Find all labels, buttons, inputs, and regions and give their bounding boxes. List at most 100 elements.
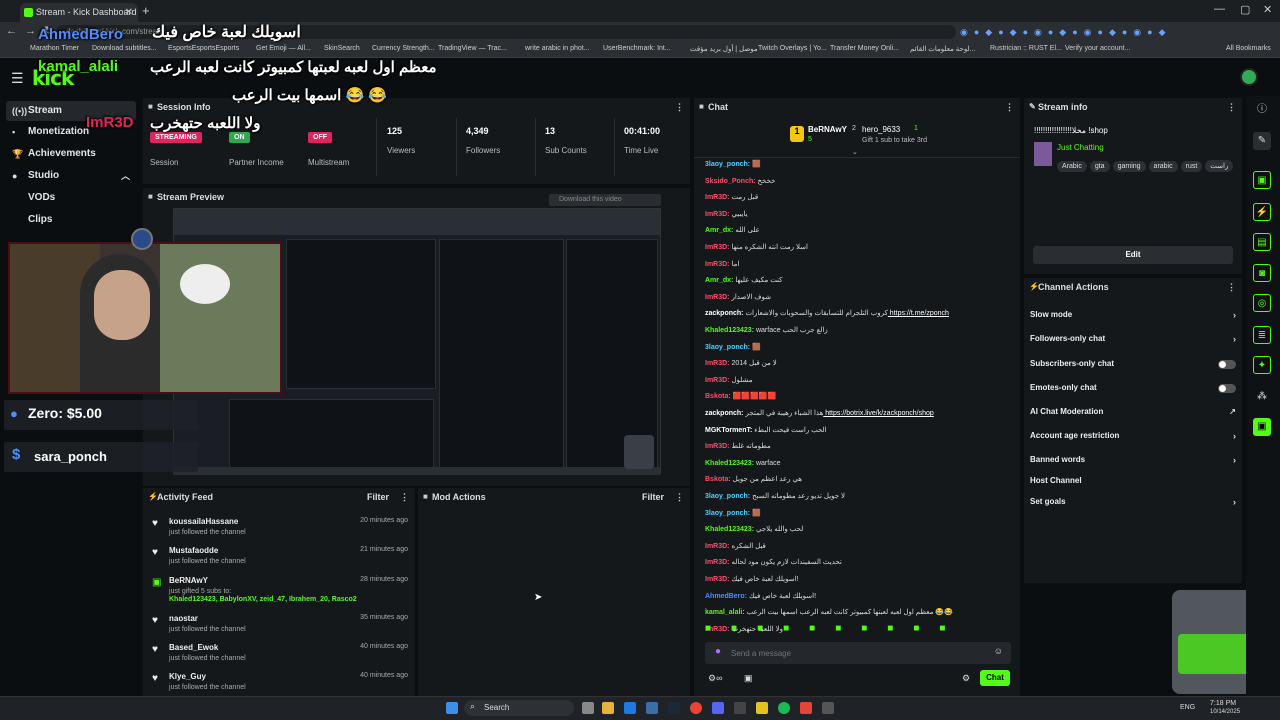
chat-store-icon[interactable]: ▣ [744,673,753,684]
gift-prompt[interactable]: Gift 1 sub to take 3rd [862,137,927,144]
chat-username[interactable]: Khaled123423: [705,460,754,467]
top-gifter-name[interactable]: BeRNAwY [808,125,847,134]
activity-filter-button[interactable]: Filter [367,488,389,506]
bookmark-item[interactable]: EsportsEsportsEsports [168,45,239,52]
bookmark-item[interactable]: Get Emoji — All... [256,45,311,52]
language-indicator[interactable]: ENG [1180,704,1195,711]
taskbar-search[interactable]: ⌕ Search [464,700,574,716]
sidebar-item-vods[interactable]: VODs [6,188,136,208]
windows-start-icon[interactable] [446,702,458,714]
chat-username[interactable]: kamal_alali: [705,609,745,616]
bookmark-item[interactable]: Twitch Overlays | Yo... [758,45,827,52]
close-window-icon[interactable]: ✕ [1263,3,1272,16]
category-name[interactable]: Just Chatting [1057,143,1104,152]
app-icon[interactable] [800,702,812,714]
account-age-action[interactable]: Account age restriction › [1030,429,1238,443]
moderation-icon[interactable]: ▣ [1253,171,1271,189]
steam-icon[interactable] [668,702,680,714]
ai-moderation-action[interactable]: AI Chat Moderation ↗ [1030,405,1238,419]
obs-icon[interactable] [734,702,746,714]
microphone-icon[interactable]: ● [715,646,721,657]
bookmark-item[interactable]: Transfer Money Onli... [830,45,899,52]
broadcast-icon[interactable]: ◎ [1253,294,1271,312]
chat-username[interactable]: ImR3D: [705,543,730,550]
widget-icon[interactable]: ⁂ [1253,388,1271,406]
chat-username[interactable]: zackponch: [705,310,744,317]
chat-username[interactable]: ImR3D: [705,261,730,268]
mod-filter-button[interactable]: Filter [642,488,664,506]
bookmark-item[interactable]: write arabic in phot... [525,45,590,52]
bookmark-item[interactable]: Rustrician :: RUST El... [990,45,1062,52]
host-channel-action[interactable]: Host Channel [1030,474,1238,488]
chat-username[interactable]: 3laoy_ponch: [705,161,750,168]
chat-username[interactable]: Khaled123423: [705,327,754,334]
chat-username[interactable]: Bskota: [705,476,731,483]
chat-link[interactable]: https://t.me/zponch [888,310,949,317]
app-icon[interactable] [822,702,834,714]
emotes-only-action[interactable]: Emotes-only chat [1030,381,1238,395]
minimize-icon[interactable]: — [1214,3,1225,15]
chevron-up-icon[interactable]: ︿ [121,166,130,186]
slow-mode-action[interactable]: Slow mode › [1030,308,1238,322]
sidebar-item-clips[interactable]: Clips [6,210,136,230]
browser-tab[interactable]: Stream - Kick Dashboard ✕ [20,3,138,22]
chat-username[interactable]: ImR3D: [705,576,730,583]
activity-user[interactable]: naostar [169,614,198,623]
download-video-button[interactable]: Download this video [549,194,661,206]
activity-user[interactable]: Mustafaodde [169,546,218,555]
bookmark-item[interactable]: UserBenchmark: Int... [603,45,671,52]
emoji-icon[interactable]: ☺ [994,646,1003,656]
expand-icon[interactable]: ⌄ [852,148,858,156]
clock-date[interactable]: 10/14/2025 [1210,709,1240,715]
settings-icon[interactable]: ⚙ [962,673,970,684]
user-avatar[interactable] [1240,68,1258,86]
activity-user[interactable]: Based_Ewok [169,643,218,652]
close-tab-icon[interactable]: ✕ [125,3,133,22]
chat-username[interactable]: ImR3D: [705,194,730,201]
chat-username[interactable]: zackponch: [705,410,744,417]
document-icon[interactable]: ▤ [1253,233,1271,251]
wrench-icon[interactable]: ✦ [1253,356,1271,374]
bookmark-item[interactable]: TradingView — Trac... [438,45,507,52]
discord-icon[interactable] [712,702,724,714]
chat-input-box[interactable]: ● ☺ [705,642,1011,664]
menu-icon[interactable]: ☰ [11,70,24,87]
chat-username[interactable]: Amr_dx: [705,277,733,284]
bookmark-item[interactable]: موصل | أول بريد مؤقت [690,45,758,53]
activity-user[interactable]: Klye_Guy [169,672,206,681]
maximize-icon[interactable]: ▢ [1240,3,1250,16]
extensions-icon[interactable]: ◉●◆●◆●◉●◆●◉●◆●◉●◆ [960,27,1172,38]
subscribers-only-toggle[interactable] [1218,360,1236,369]
new-tab-icon[interactable]: + [142,3,150,18]
chat-username[interactable]: ImR3D: [705,211,730,218]
chat-username[interactable]: ImR3D: [705,360,730,367]
chat-username[interactable]: Amr_dx: [705,227,733,234]
activity-user[interactable]: BeRNAwY [169,576,208,585]
more-icon[interactable]: ⋮ [400,488,409,506]
spotify-icon[interactable] [778,702,790,714]
more-icon[interactable]: ⋮ [675,98,684,116]
chat-username[interactable]: MGKTormenT: [705,427,752,434]
send-chat-button[interactable]: Chat [980,670,1010,686]
followers-only-action[interactable]: Followers-only chat › [1030,332,1238,346]
active-widget-icon[interactable]: ▣ [1253,418,1271,436]
chat-username[interactable]: ImR3D: [705,244,730,251]
chat-username[interactable]: 3laoy_ponch: [705,344,750,351]
emotes-only-toggle[interactable] [1218,384,1236,393]
server-icon[interactable]: ≣ [1253,326,1271,344]
chat-username[interactable]: Bskota: [705,393,731,400]
more-icon[interactable]: ⋮ [1227,278,1236,296]
chat-username[interactable]: ImR3D: [705,377,730,384]
task-view-icon[interactable] [582,702,594,714]
chat-username[interactable]: Khaled123423: [705,526,754,533]
chat-username[interactable]: AhmedBero: [705,593,747,600]
more-icon[interactable]: ⋮ [1005,98,1014,116]
bookmark-item[interactable]: SkinSearch [324,45,360,52]
chat-tools-icon[interactable]: ⚙∞ [708,673,722,684]
sidebar-item-achievements[interactable]: 🏆 Achievements [6,144,136,164]
chat-username[interactable]: ImR3D: [705,294,730,301]
info-icon[interactable]: ⓘ [1253,101,1271,119]
chat-username[interactable]: 3laoy_ponch: [705,493,750,500]
chat-bubble-icon[interactable]: ◙ [1253,264,1271,282]
banned-words-action[interactable]: Banned words › [1030,453,1238,467]
